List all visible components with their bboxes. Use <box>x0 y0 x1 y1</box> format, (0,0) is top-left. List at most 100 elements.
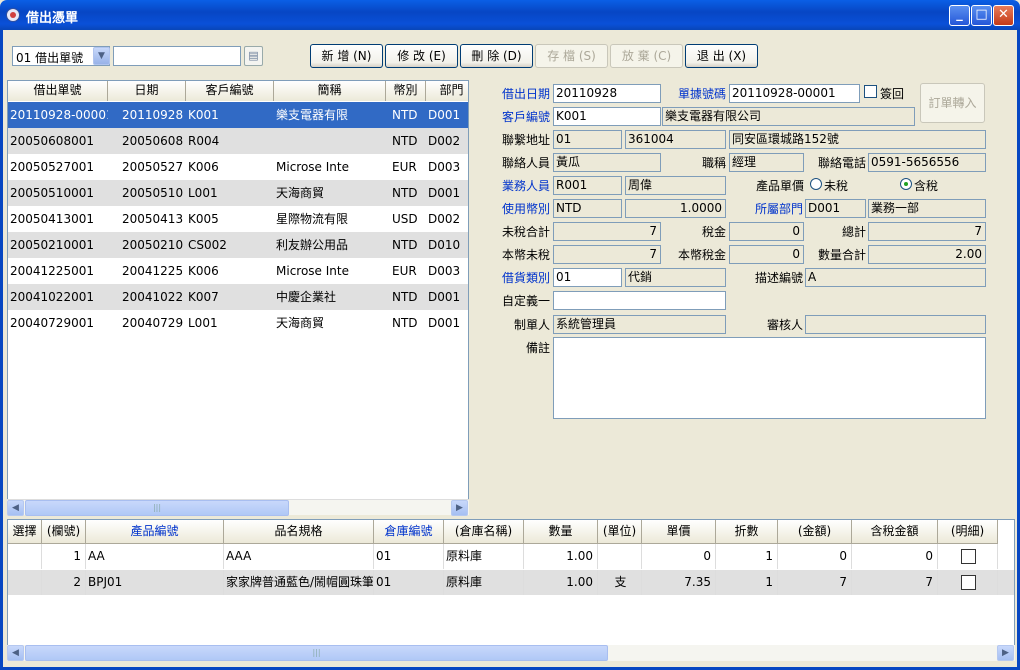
column-header[interactable]: (明細) <box>938 520 998 544</box>
scroll-right-icon[interactable]: ▶ <box>997 645 1014 661</box>
delete-button[interactable]: 刪 除 (D) <box>460 44 533 68</box>
column-header[interactable]: 產品編號 <box>86 520 224 544</box>
contact-field[interactable]: 黃瓜 <box>553 153 661 172</box>
detail-cell[interactable]: 1.00 <box>524 570 598 595</box>
desc-field[interactable]: A <box>805 268 986 287</box>
doc-no-field[interactable]: 20110928-00001 <box>729 84 860 103</box>
rate-field[interactable]: 1.0000 <box>625 199 726 218</box>
address-field[interactable]: 同安區環城路152號 <box>729 130 986 149</box>
list-row[interactable]: 20050510001 20050510 L001 天海商貿 NTD D001 <box>8 180 468 206</box>
customer-code-field[interactable]: K001 <box>553 107 661 126</box>
detail-cell[interactable]: 7 <box>852 570 938 595</box>
column-header[interactable]: 含稅金額 <box>852 520 938 544</box>
detail-cell[interactable]: 0 <box>642 544 716 569</box>
column-header[interactable]: 倉庫編號 <box>374 520 444 544</box>
custom-field[interactable] <box>553 291 726 310</box>
detail-cell[interactable]: 家家牌普通藍色/鬧帽圓珠筆 <box>224 570 374 595</box>
column-header[interactable]: (欄號) <box>42 520 86 544</box>
detail-grid[interactable]: 選擇 (欄號) 產品編號 品名規格 倉庫編號 (倉庫名稱) 數量 (單位) 單價… <box>7 519 1015 661</box>
detail-cell[interactable]: 1 <box>716 570 778 595</box>
detail-cell[interactable]: 01 <box>374 570 444 595</box>
order-transfer-button[interactable]: 訂單轉入 <box>920 83 985 123</box>
detail-row[interactable]: 2 BPJ01 家家牌普通藍色/鬧帽圓珠筆 01 原料庫 1.00 支 7.35 1 7 7 <box>8 570 1014 595</box>
scroll-right-icon[interactable]: ▶ <box>451 500 468 516</box>
scroll-thumb[interactable]: ||| <box>25 645 608 661</box>
column-header[interactable]: (單位) <box>598 520 642 544</box>
detail-row[interactable]: 1 AA AAA 01 原料庫 1.00 0 1 0 0 <box>8 544 1014 569</box>
detail-cell[interactable]: AA <box>86 544 224 569</box>
detail-cell[interactable]: 支 <box>598 570 642 595</box>
column-header[interactable]: 品名規格 <box>224 520 374 544</box>
column-header[interactable]: 部門 <box>426 81 468 101</box>
category-code-field[interactable]: 01 <box>553 268 622 287</box>
scroll-left-icon[interactable]: ◀ <box>7 500 24 516</box>
close-button[interactable]: ✕ <box>993 5 1014 26</box>
detail-cell[interactable] <box>8 544 42 569</box>
detail-cell[interactable]: 1 <box>716 544 778 569</box>
list-row[interactable]: 20040729001 20040729 L001 天海商貿 NTD D001 <box>8 310 468 336</box>
list-row[interactable]: 20050527001 20050527 K006 Microse Inte EUR D0… <box>8 154 468 180</box>
column-header[interactable]: 客戶編號 <box>186 81 274 101</box>
detail-cell[interactable]: 7.35 <box>642 570 716 595</box>
detail-cell[interactable]: 2 <box>42 570 86 595</box>
new-button[interactable]: 新 增 (N) <box>310 44 383 68</box>
detail-cell[interactable]: 1.00 <box>524 544 598 569</box>
sales-code-field[interactable]: R001 <box>553 176 622 195</box>
column-header[interactable]: 借出單號 <box>8 81 108 101</box>
document-list[interactable]: 借出單號 日期 客戶編號 簡稱 幣別 部門 20110928-00001 2011… <box>7 80 469 515</box>
note-textarea[interactable] <box>553 337 986 419</box>
detail-cell[interactable]: 7 <box>778 570 852 595</box>
detail-cell[interactable]: 0 <box>778 544 852 569</box>
exit-button[interactable]: 退 出 (X) <box>685 44 758 68</box>
scroll-thumb[interactable]: ||| <box>25 500 289 516</box>
detail-checkbox[interactable] <box>961 549 976 564</box>
detail-cell[interactable]: 原料庫 <box>444 570 524 595</box>
panel-splitter[interactable] <box>470 80 474 517</box>
detail-scrollbar[interactable]: ◀ ||| ▶ <box>7 645 1015 661</box>
edit-button[interactable]: 修 改 (E) <box>385 44 458 68</box>
maximize-button[interactable]: □ <box>971 5 992 26</box>
list-scrollbar[interactable]: ◀ ||| ▶ <box>7 499 469 516</box>
detail-checkbox[interactable] <box>961 575 976 590</box>
detail-cell[interactable]: AAA <box>224 544 374 569</box>
detail-cell[interactable]: 1 <box>42 544 86 569</box>
list-row[interactable]: 20050608001 20050608 R004 NTD D002 <box>8 128 468 154</box>
minimize-button[interactable]: _ <box>949 5 970 26</box>
zip-field[interactable]: 361004 <box>625 130 726 149</box>
detail-cell[interactable] <box>8 570 42 595</box>
phone-field[interactable]: 0591-5656556 <box>868 153 986 172</box>
detail-cell[interactable]: 01 <box>374 544 444 569</box>
list-row[interactable]: 20050210001 20050210 CS002 利友辦公用品 NTD D010 <box>8 232 468 258</box>
detail-cell[interactable]: 原料庫 <box>444 544 524 569</box>
scroll-left-icon[interactable]: ◀ <box>7 645 24 661</box>
detail-cell[interactable]: BPJ01 <box>86 570 224 595</box>
search-input[interactable] <box>113 46 241 66</box>
column-header[interactable]: (倉庫名稱) <box>444 520 524 544</box>
detail-cell[interactable] <box>598 544 642 569</box>
lend-date-field[interactable]: 20110928 <box>553 84 661 103</box>
dept-code-field[interactable]: D001 <box>805 199 866 218</box>
list-row[interactable]: 20041225001 20041225 K006 Microse Inte EUR D0… <box>8 258 468 284</box>
column-header[interactable]: 幣別 <box>386 81 426 101</box>
column-header[interactable]: (金額) <box>778 520 852 544</box>
list-row[interactable]: 20050413001 20050413 K005 星際物流有限 USD D002 <box>8 206 468 232</box>
list-row[interactable]: 20041022001 20041022 K007 中慶企業社 NTD D001 <box>8 284 468 310</box>
chevron-down-icon[interactable]: ▼ <box>93 47 110 65</box>
detail-cell[interactable]: 0 <box>852 544 938 569</box>
address-code-field[interactable]: 01 <box>553 130 622 149</box>
title-field[interactable]: 經理 <box>729 153 804 172</box>
save-button[interactable]: 存 檔 (S) <box>535 44 608 68</box>
tax-inclusive-radio[interactable] <box>900 178 912 190</box>
column-header[interactable]: 單價 <box>642 520 716 544</box>
column-header[interactable]: 選擇 <box>8 520 42 544</box>
returned-checkbox[interactable] <box>864 85 877 98</box>
column-header[interactable]: 簡稱 <box>274 81 386 101</box>
tax-exclusive-radio[interactable] <box>810 178 822 190</box>
cancel-button[interactable]: 放 棄 (C) <box>610 44 683 68</box>
list-row[interactable]: 20110928-00001 20110928 K001 樂支電器有限 NTD D001 <box>8 102 468 128</box>
currency-field[interactable]: NTD <box>553 199 622 218</box>
column-header[interactable]: 數量 <box>524 520 598 544</box>
column-header[interactable]: 日期 <box>108 81 186 101</box>
column-header[interactable]: 折數 <box>716 520 778 544</box>
search-icon[interactable]: ▤ <box>244 46 263 66</box>
